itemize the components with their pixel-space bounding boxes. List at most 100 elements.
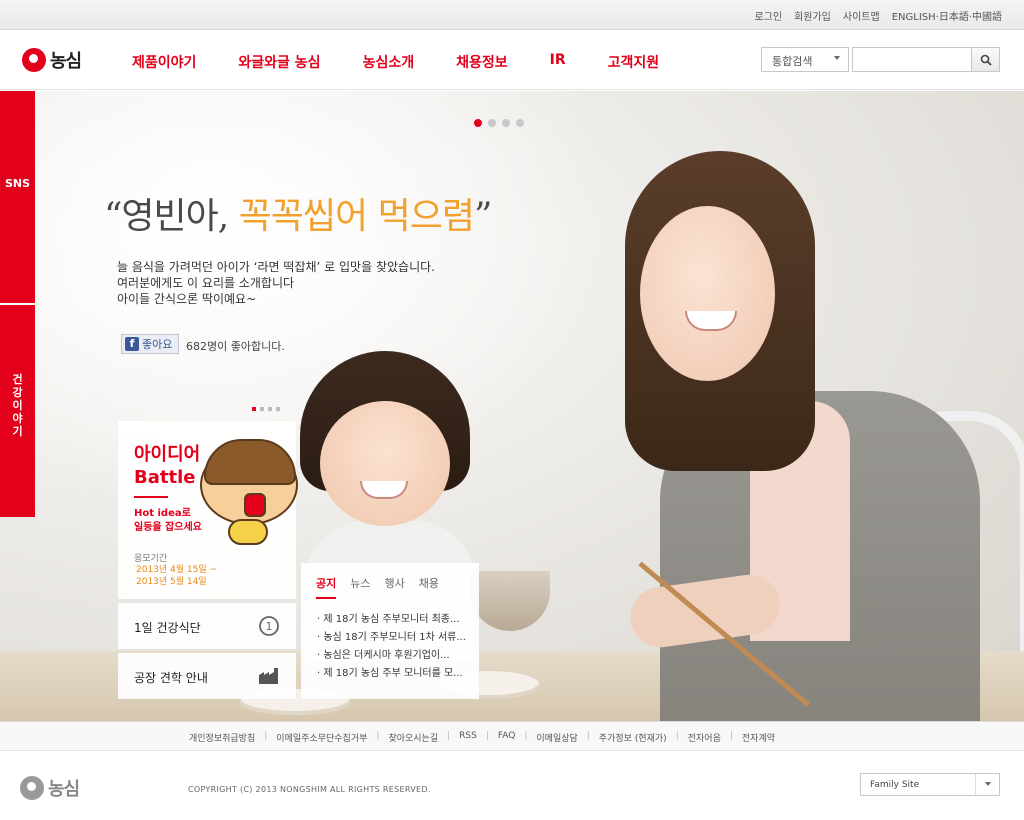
tab-notice[interactable]: 공지 [316, 575, 337, 599]
health-menu-link[interactable]: 1일 건강식단 1 [118, 603, 296, 649]
hero-pagination [474, 119, 524, 127]
number-one-icon: 1 [259, 616, 279, 636]
banner-mini-pager [252, 407, 280, 411]
logo-mark-icon [22, 48, 46, 72]
search-icon [980, 54, 992, 66]
like-count: 682명이 좋아합니다. [186, 340, 285, 353]
search-input[interactable] [852, 47, 972, 72]
headline-close: ” [473, 196, 492, 237]
idea-sub-line: Hot idea로 [134, 508, 191, 519]
idea-period-start: 2013년 4월 15일 ~ [136, 565, 218, 575]
news-tabs: 공지 뉴스 행사 채용 [316, 575, 439, 599]
news-item[interactable]: · 제 18기 농심 주부모니터 최종... [317, 611, 472, 629]
footer-link-privacy[interactable]: 개인정보취급방침 [189, 731, 255, 744]
language-link[interactable]: ENGLISH·日本語·中國語 [892, 8, 1002, 23]
nav-community[interactable]: 와글와글 농심 [238, 52, 320, 72]
footer-link-faq[interactable]: FAQ [498, 731, 515, 744]
factory-tour-label: 공장 견학 안내 [134, 671, 208, 685]
news-item[interactable]: · 농심은 더케시마 후원기업이... [317, 647, 472, 665]
banner-page-dot[interactable] [260, 407, 264, 411]
banner-page-dot[interactable] [276, 407, 280, 411]
separator: | [675, 731, 679, 741]
idea-period-label: 응모기간 [134, 554, 168, 564]
mother-face [640, 206, 775, 381]
mascot-body [228, 519, 268, 545]
health-tab-label: 건강이야기 [12, 373, 23, 438]
logo[interactable]: 농심 [22, 47, 82, 73]
chevron-down-icon [834, 56, 840, 60]
mascot-illustration [200, 435, 310, 555]
nav-products[interactable]: 제품이야기 [132, 52, 196, 72]
family-site-label: Family Site [870, 780, 920, 790]
footer-logo: 농심 [20, 775, 80, 801]
idea-period-end: 2013년 5월 14일 [136, 577, 207, 587]
footer-link-email-support[interactable]: 이메일상담 [536, 731, 577, 744]
family-site-select[interactable]: Family Site [860, 773, 1000, 796]
health-story-tab[interactable]: 건강이야기 [0, 305, 35, 517]
hero-page-dot[interactable] [516, 119, 524, 127]
hero-description: 늘 음식을 가려먹던 아이가 ‘라면 떡잡채’ 로 입맛을 찾았습니다. 여러분… [117, 259, 435, 307]
nav-support[interactable]: 고객지원 [608, 52, 660, 72]
hero-line: 늘 음식을 가려먹던 아이가 ‘라면 떡잡채’ 로 입맛을 찾았습니다. [117, 260, 435, 274]
separator: | [729, 731, 733, 741]
health-badge-number: 1 [266, 620, 273, 633]
footer-link-directions[interactable]: 찾아오시는길 [388, 731, 438, 744]
facebook-like-button[interactable]: f 좋아요 [121, 334, 180, 354]
idea-battle-title: 아이디어 Battle [134, 443, 200, 489]
facebook-icon: f [125, 337, 139, 351]
idea-divider [134, 496, 168, 498]
logo-mark-icon [20, 776, 44, 800]
footer-links-bar: 개인정보취급방침 | 이메일주소무단수집거부 | 찾아오시는길 | RSS | FAQ |… [0, 721, 1024, 751]
idea-period: 2013년 4월 15일 ~ 2013년 5월 14일 [136, 564, 217, 588]
separator: | [264, 731, 268, 741]
headline-open: “영빈아, [104, 196, 239, 237]
footer-link-e-contract[interactable]: 전자계약 [742, 731, 775, 744]
idea-sub-line: 일등을 잡으세요 [134, 522, 202, 533]
separator: | [485, 731, 489, 741]
factory-tour-link[interactable]: 공장 견학 안내 [118, 653, 296, 699]
copyright: COPYRIGHT (C) 2013 NONGSHIM ALL RIGHTS R… [188, 785, 431, 794]
child-face [320, 401, 450, 526]
tab-news[interactable]: 뉴스 [350, 575, 370, 599]
sitemap-link[interactable]: 사이트맵 [843, 8, 880, 23]
utility-links: 로그인 회원가입 사이트맵 ENGLISH·日本語·中國語 [754, 8, 1002, 23]
hero-line: 여러분에게도 이 요리를 소개합니다 [117, 276, 295, 290]
news-item[interactable]: · 농심 18기 주부모니터 1차 서류... [317, 629, 472, 647]
news-item[interactable]: · 제 18기 농심 주부 모니터를 모... [317, 665, 472, 683]
health-menu-label: 1일 건강식단 [134, 621, 201, 635]
mascot-hair [204, 439, 296, 485]
hero-line: 아이들 간식으론 딱이예요~ [117, 292, 257, 306]
idea-battle-subtitle: Hot idea로 일등을 잡으세요 [134, 507, 202, 535]
separator: | [586, 731, 590, 741]
nav-about[interactable]: 농심소개 [363, 52, 415, 72]
join-link[interactable]: 회원가입 [794, 8, 831, 23]
login-link[interactable]: 로그인 [754, 8, 782, 23]
mother-photo [600, 151, 990, 721]
separator: | [524, 731, 528, 741]
sns-tab[interactable]: SNS [0, 91, 35, 303]
tab-events[interactable]: 행사 [385, 575, 405, 599]
nav-recruit[interactable]: 채용정보 [456, 52, 508, 72]
banner-page-dot[interactable] [252, 407, 256, 411]
banner-page-dot[interactable] [268, 407, 272, 411]
factory-icon [259, 668, 278, 684]
search-scope-select[interactable]: 통합검색 [761, 47, 849, 72]
footer-logo-text: 농심 [48, 779, 80, 800]
headline-highlight: 꼭꼭씹어 먹으렴 [238, 196, 475, 237]
footer-link-rss[interactable]: RSS [459, 731, 477, 744]
idea-title-line: Battle [134, 467, 196, 488]
nav-ir[interactable]: IR [550, 52, 566, 72]
footer-links: 개인정보취급방침 | 이메일주소무단수집거부 | 찾아오시는길 | RSS | FAQ |… [189, 731, 775, 744]
hero-page-dot[interactable] [474, 119, 482, 127]
footer-link-stock[interactable]: 주가정보 (현재가) [599, 731, 667, 744]
search-button[interactable] [971, 47, 1000, 72]
hero-page-dot[interactable] [488, 119, 496, 127]
search-scope-value: 통합검색 [772, 55, 813, 68]
footer-link-email-policy[interactable]: 이메일주소무단수집거부 [276, 731, 367, 744]
tab-recruit[interactable]: 채용 [419, 575, 439, 599]
hero-page-dot[interactable] [502, 119, 510, 127]
footer-link-e-bill[interactable]: 전자어음 [688, 731, 721, 744]
chevron-down-icon [975, 774, 999, 795]
utility-bar: 로그인 회원가입 사이트맵 ENGLISH·日本語·中國語 [0, 0, 1024, 30]
idea-battle-banner[interactable]: 아이디어 Battle Hot idea로 일등을 잡으세요 응모기간 2013… [118, 421, 298, 599]
